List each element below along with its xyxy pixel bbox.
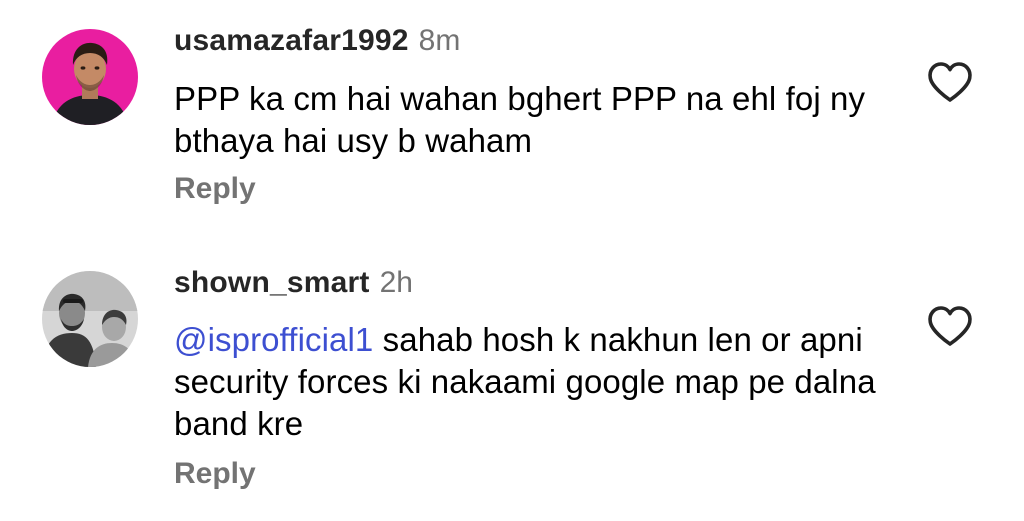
heart-outline-icon bbox=[928, 306, 972, 346]
comment-meta: usamazafar1992 8m bbox=[174, 23, 460, 59]
comment-text: PPP ka cm hai wahan bghert PPP na ehl fo… bbox=[174, 78, 894, 162]
reply-button[interactable]: Reply bbox=[174, 171, 256, 207]
comment-item: usamazafar1992 8m PPP ka cm hai wahan bgh… bbox=[0, 0, 1024, 240]
username[interactable]: usamazafar1992 bbox=[174, 24, 409, 57]
heart-outline-icon bbox=[928, 62, 972, 102]
profile-photo-icon bbox=[42, 29, 138, 125]
comment-item: shown_smart 2h @isprofficial1 sahab hosh … bbox=[0, 262, 1024, 521]
comment-text: @isprofficial1 sahab hosh k nakhun len o… bbox=[174, 319, 894, 445]
like-button[interactable] bbox=[926, 60, 974, 104]
avatar[interactable] bbox=[42, 29, 138, 125]
avatar[interactable] bbox=[42, 271, 138, 367]
comment-meta: shown_smart 2h bbox=[174, 265, 413, 301]
username[interactable]: shown_smart bbox=[174, 266, 370, 299]
comment-body: PPP ka cm hai wahan bghert PPP na ehl fo… bbox=[174, 80, 866, 159]
mention-link[interactable]: @isprofficial1 bbox=[174, 321, 373, 358]
reply-button[interactable]: Reply bbox=[174, 456, 256, 492]
profile-photo-icon bbox=[42, 271, 138, 367]
like-button[interactable] bbox=[926, 304, 974, 348]
comment-time: 2h bbox=[379, 266, 413, 299]
comment-time: 8m bbox=[418, 24, 461, 57]
